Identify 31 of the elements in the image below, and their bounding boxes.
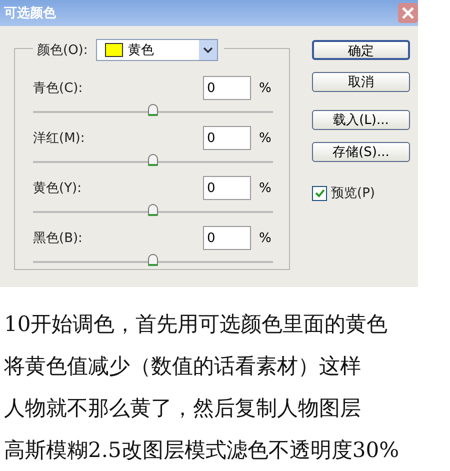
dialog-button[interactable]: 取消 — [312, 72, 410, 92]
text-line: 人物就不那么黄了，然后复制人物图层 — [4, 395, 362, 422]
dialog-button[interactable]: 确定 — [312, 40, 410, 60]
window-title: 可选颜色 — [4, 4, 56, 22]
slider-label: 青色(C): — [33, 80, 83, 97]
percent-label: % — [259, 230, 272, 246]
value-field[interactable]: 0 — [203, 226, 251, 250]
slider-thumb[interactable] — [148, 204, 158, 216]
percent-label: % — [259, 130, 272, 146]
value-field[interactable]: 0 — [203, 126, 251, 150]
color-dropdown[interactable]: 黄色 — [96, 39, 218, 61]
preview-checkbox[interactable] — [312, 186, 327, 200]
text-line: 10开始调色，首先用可选颜色里面的黄色 — [4, 311, 389, 338]
text-line: 将黄色值减少（数值的话看素材）这样 — [4, 353, 362, 380]
dialog-button[interactable]: 载入(L)... — [312, 110, 410, 130]
close-icon[interactable] — [398, 3, 418, 23]
caret-icon — [198, 40, 217, 60]
percent-label: % — [259, 80, 272, 96]
percent-label: % — [259, 180, 272, 196]
color-label: 颜色(O): — [37, 42, 88, 59]
slider-label: 黄色(Y): — [33, 180, 82, 197]
text-line: 高斯模糊2.5改图层模式滤色不透明度30% — [4, 437, 400, 464]
value-field[interactable]: 0 — [203, 76, 251, 100]
slider-label: 黑色(B): — [33, 230, 82, 247]
slider-thumb[interactable] — [148, 154, 158, 166]
dialog-button[interactable]: 存储(S)... — [312, 142, 410, 162]
slider-thumb[interactable] — [148, 104, 158, 116]
preview-label: 预览(P) — [331, 185, 375, 202]
slider-thumb[interactable] — [148, 254, 158, 266]
slider-label: 洋红(M): — [33, 130, 85, 147]
value-field[interactable]: 0 — [203, 176, 251, 200]
